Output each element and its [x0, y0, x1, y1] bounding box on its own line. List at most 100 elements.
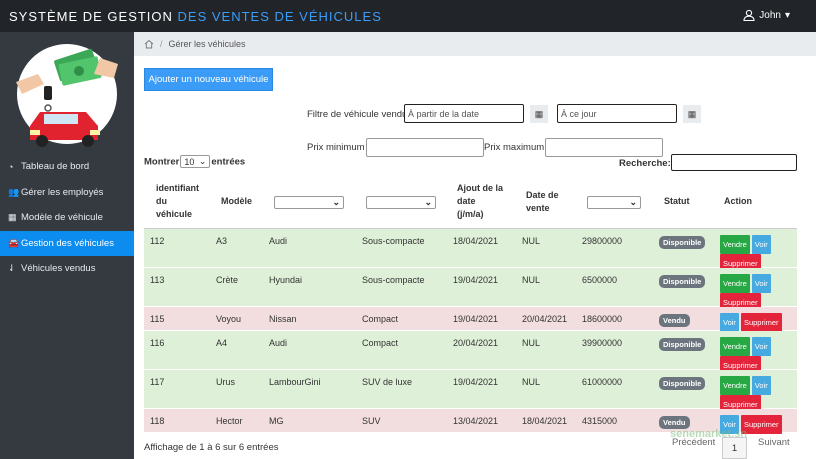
sell-button[interactable]: Vendre [720, 274, 750, 293]
view-button[interactable]: Voir [751, 376, 771, 395]
view-button[interactable]: Voir [751, 337, 771, 356]
cell-category: Compact [362, 338, 399, 348]
view-button[interactable]: Voir [751, 235, 771, 254]
search-input[interactable] [671, 154, 797, 171]
sidebar-item-dashboard[interactable]: ◔ Tableau de bord [0, 154, 134, 179]
cell-price: 6500000 [582, 275, 618, 285]
sidebar-item-vehicle-management[interactable]: 🚘 Gestion des véhicules [0, 231, 134, 256]
cell-model: Voyou [216, 314, 242, 324]
view-button[interactable]: Voir [751, 274, 771, 293]
col-added-date[interactable]: Ajout de la date (j/m/a) [457, 182, 503, 221]
col-id-line2: du [156, 196, 167, 206]
price-min-label: Prix minimum : [307, 142, 370, 153]
delete-button[interactable]: Supprimer [740, 313, 782, 332]
dashboard-icon: ◔ [8, 161, 14, 172]
col-model[interactable]: Modèle [221, 196, 252, 206]
sell-button[interactable]: Vendre [720, 376, 750, 395]
cell-sold: NUL [522, 275, 541, 285]
search-label: Recherche: [619, 158, 671, 169]
cell-sold: NUL [522, 236, 541, 246]
category-filter-select[interactable]: ⌄ [366, 194, 436, 209]
car-icon: 🚘 [8, 238, 20, 248]
home-icon[interactable] [144, 39, 154, 49]
add-vehicle-button[interactable]: Ajouter un nouveau véhicule [144, 68, 273, 91]
cell-category: Compact [362, 314, 399, 324]
entries-label: entrées [211, 156, 246, 168]
page-length-select[interactable]: 10 ⌄ [180, 155, 211, 168]
cell-sold: 20/04/2021 [522, 314, 568, 324]
cell-model: A3 [216, 236, 228, 246]
col-id[interactable]: identifiant du véhicule [156, 182, 199, 221]
cell-brand: Audi [269, 236, 288, 246]
cell-price: 39900000 [582, 338, 623, 348]
cell-price: 29800000 [582, 236, 623, 246]
price-min-input[interactable] [366, 138, 484, 157]
sidebar: ◔ Tableau de bord 👥 Gérer les employés ▦ Mo… [0, 32, 134, 459]
col-added-line2: date [457, 196, 476, 206]
users-icon: 👥 [8, 187, 20, 197]
user-menu[interactable]: John ▾ [743, 9, 790, 21]
col-id-line3: véhicule [156, 209, 193, 219]
cell-added: 18/04/2021 [453, 236, 499, 246]
sidebar-item-label: Modèle de véhicule [21, 212, 103, 223]
chevron-down-icon: ⌄ [198, 156, 207, 166]
page-length-value: 10 [184, 156, 195, 167]
grid-icon: ▦ [8, 212, 17, 222]
col-sale-date[interactable]: Date de vente [526, 189, 559, 215]
col-status[interactable]: Statut [664, 196, 690, 206]
col-id-line1: identifiant [156, 183, 199, 193]
sidebar-item-vehicle-model[interactable]: ▦ Modèle de véhicule [0, 205, 134, 230]
view-button[interactable]: Voir [720, 313, 739, 332]
cell-model: Urus [216, 377, 236, 387]
user-name: John [759, 9, 781, 21]
cell-price: 18600000 [582, 314, 623, 324]
col-sale-line1: Date de [526, 190, 559, 200]
price-max-input[interactable] [545, 138, 663, 157]
chevron-down-icon: ⌄ [424, 196, 432, 207]
from-date-input[interactable]: À partir de la date [404, 104, 524, 123]
sell-button[interactable]: Vendre [720, 235, 750, 254]
status-badge: Disponible [659, 377, 706, 390]
cell-brand: Nissan [269, 314, 297, 324]
col-action: Action [724, 196, 752, 206]
cell-added: 19/04/2021 [453, 314, 499, 324]
cell-brand: Hyundai [269, 275, 303, 285]
table-row: 117 Urus LambourGini SUV de luxe 19/04/2021 N… [144, 370, 797, 414]
breadcrumb-separator: / [160, 39, 163, 49]
cell-price: 61000000 [582, 377, 623, 387]
cell-category: Sous-compacte [362, 236, 425, 246]
sidebar-item-label: Gestion des véhicules [21, 238, 114, 249]
table-row: 113 Crète Hyundai Sous-compacte 19/04/2021 NU… [144, 268, 797, 312]
breadcrumb-current: Gérer les véhicules [168, 39, 246, 49]
to-date-input[interactable]: À ce jour [557, 104, 677, 123]
user-icon [743, 9, 755, 21]
col-sale-line2: vente [526, 203, 550, 213]
vehicles-table: identifiant du véhicule Modèle ⌄ ⌄ Ajout… [144, 173, 797, 434]
table-row: 115 Voyou Nissan Compact 19/04/2021 20/04/202… [144, 307, 797, 332]
page-length-control: Montrer 10 ⌄ entrées [144, 155, 245, 168]
pagination-page[interactable]: 1 [722, 437, 747, 459]
calendar-icon[interactable]: ▦ [683, 105, 701, 123]
cell-model: Hector [216, 416, 243, 426]
breadcrumb: / Gérer les véhicules [134, 32, 816, 56]
sidebar-item-label: Véhicules vendus [21, 263, 96, 274]
status-badge: Disponible [659, 275, 706, 288]
chevron-down-icon: ▾ [784, 9, 790, 21]
cell-category: SUV de luxe [362, 377, 413, 387]
sidebar-item-employees[interactable]: 👥 Gérer les employés [0, 180, 134, 205]
cell-added: 19/04/2021 [453, 377, 499, 387]
sold-icon: ⇃ [8, 263, 16, 273]
cell-brand: Audi [269, 338, 288, 348]
app-title-part1: SYSTÈME DE GESTION [9, 8, 178, 24]
calendar-icon[interactable]: ▦ [530, 105, 548, 123]
pagination-next[interactable]: Suivant [758, 437, 790, 448]
cell-added: 13/04/2021 [453, 416, 499, 426]
table-row: 112 A3 Audi Sous-compacte 18/04/2021 NUL 29800… [144, 229, 797, 273]
cell-model: A4 [216, 338, 228, 348]
brand-filter-select[interactable]: ⌄ [274, 194, 344, 209]
chevron-down-icon: ⌄ [629, 196, 637, 207]
sidebar-item-sold-vehicles[interactable]: ⇃ Véhicules vendus [0, 256, 134, 281]
price-filter-select[interactable]: ⌄ [587, 194, 641, 209]
cell-sold: NUL [522, 338, 541, 348]
sell-button[interactable]: Vendre [720, 337, 750, 356]
